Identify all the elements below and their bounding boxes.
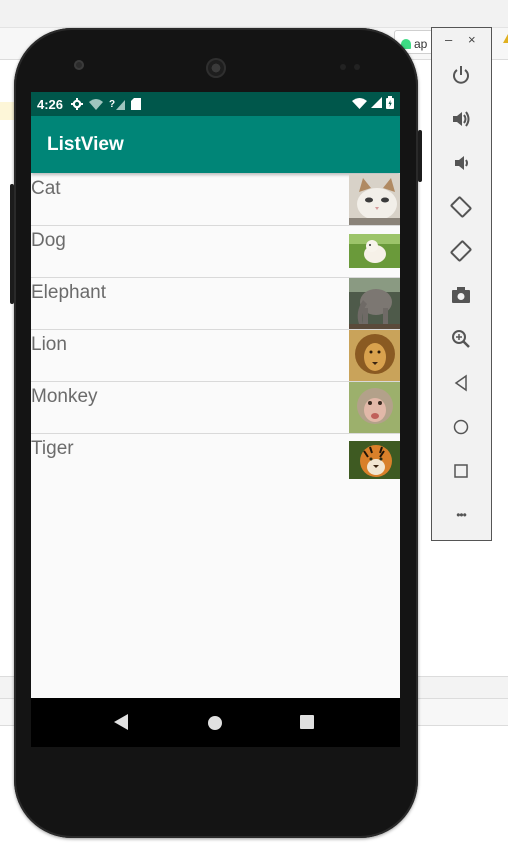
- sim-question-mark: ?: [109, 98, 116, 110]
- no-sim-icon: ?: [109, 98, 126, 110]
- list-item-label: Cat: [31, 178, 61, 199]
- list-item[interactable]: Cat: [31, 174, 400, 226]
- sensor-dot: [354, 64, 360, 70]
- panel-header: – ×: [432, 28, 491, 54]
- lion-photo: [349, 330, 400, 381]
- overview-icon: [454, 464, 468, 478]
- volume-down-button[interactable]: [448, 150, 474, 176]
- battery-icon: [386, 96, 394, 109]
- list-item[interactable]: Tiger: [31, 434, 400, 486]
- ide-tab-label: ap: [414, 37, 428, 51]
- app-title: ListView: [47, 134, 124, 155]
- cat-photo: [349, 174, 400, 225]
- elephant-photo: [349, 278, 400, 329]
- wifi-question-icon: [89, 99, 104, 110]
- tiger-photo: [349, 441, 400, 479]
- device-screen: 4:26 ? ListView Cat Dog Elephant Lion Mo…: [31, 92, 400, 747]
- rotate-right-icon: [450, 240, 472, 262]
- list-item-label: Dog: [31, 230, 66, 251]
- close-button[interactable]: ×: [468, 32, 476, 47]
- list-item-label: Monkey: [31, 386, 98, 407]
- nav-back-icon[interactable]: [114, 714, 128, 730]
- wifi-icon: [352, 97, 367, 109]
- sensor-dot: [340, 64, 346, 70]
- signal-icon: [371, 97, 382, 108]
- side-button-left: [10, 184, 14, 304]
- rotate-right-button[interactable]: [448, 238, 474, 264]
- camera-icon: [452, 287, 470, 303]
- minimize-button[interactable]: –: [445, 32, 452, 47]
- emulator-control-panel: – × •••: [431, 27, 492, 541]
- back-button[interactable]: [448, 370, 474, 396]
- screenshot-button[interactable]: [448, 282, 474, 308]
- power-button[interactable]: [448, 62, 474, 88]
- dog-photo: [349, 226, 400, 277]
- status-time: 4:26: [37, 96, 64, 112]
- front-camera: [74, 60, 84, 70]
- ide-title-bar: [0, 0, 508, 28]
- volume-up-button[interactable]: [448, 106, 474, 132]
- zoom-button[interactable]: [448, 326, 474, 352]
- animal-list[interactable]: Cat Dog Elephant Lion Monkey Tiger: [31, 174, 400, 486]
- monkey-photo: [349, 382, 400, 433]
- list-item[interactable]: Elephant: [31, 278, 400, 330]
- earpiece-speaker: [206, 58, 226, 78]
- rotate-left-button[interactable]: [448, 194, 474, 220]
- navigation-bar: [31, 698, 400, 747]
- list-item-label: Lion: [31, 334, 67, 355]
- rotate-left-icon: [450, 196, 472, 218]
- nav-home-icon[interactable]: [208, 716, 222, 730]
- gear-icon: [71, 98, 84, 110]
- zoom-icon: [452, 330, 470, 348]
- warning-icon[interactable]: [503, 34, 508, 43]
- volume-down-icon: [455, 156, 468, 170]
- power-icon: [453, 66, 469, 84]
- home-button[interactable]: [448, 414, 474, 440]
- more-icon[interactable]: •••: [448, 502, 474, 528]
- list-item[interactable]: Monkey: [31, 382, 400, 434]
- status-bar: 4:26 ?: [31, 92, 400, 116]
- list-item-label: Tiger: [31, 438, 74, 459]
- overview-button[interactable]: [448, 458, 474, 484]
- power-side-button: [418, 130, 422, 182]
- nav-recents-icon[interactable]: [300, 715, 314, 729]
- sd-card-icon: [131, 98, 142, 110]
- home-icon: [453, 419, 469, 435]
- app-bar: ListView: [31, 116, 400, 173]
- back-icon: [454, 374, 467, 392]
- volume-up-icon: [453, 111, 470, 127]
- list-item[interactable]: Dog: [31, 226, 400, 278]
- list-item[interactable]: Lion: [31, 330, 400, 382]
- list-item-label: Elephant: [31, 282, 107, 303]
